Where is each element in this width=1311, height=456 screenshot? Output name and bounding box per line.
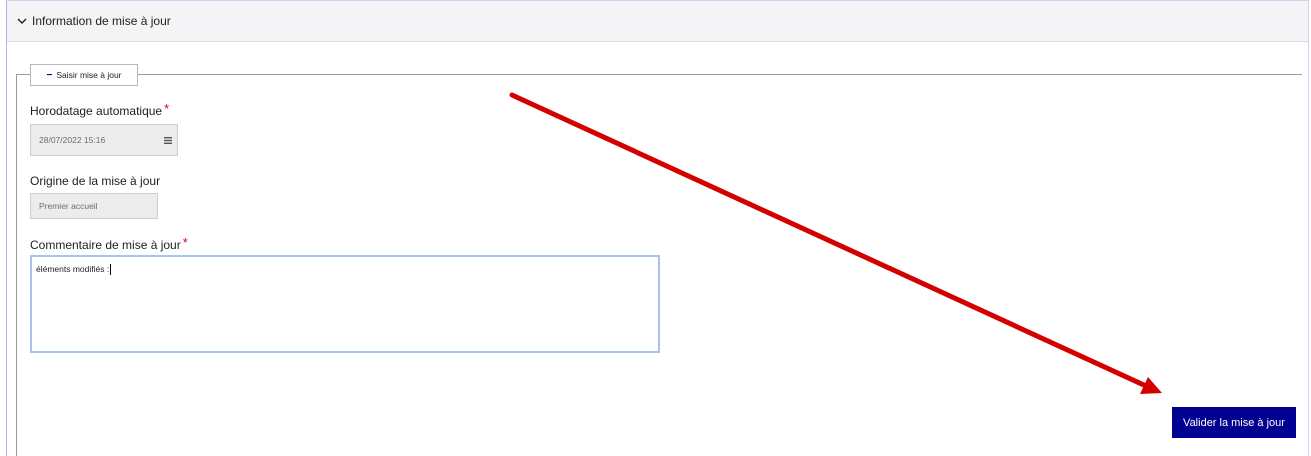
- collapse-section-label: Saisir mise à jour: [56, 70, 122, 80]
- panel-header[interactable]: Information de mise à jour: [7, 1, 1308, 42]
- comment-textarea[interactable]: éléments modifiés :: [30, 255, 660, 353]
- origin-label: Origine de la mise à jour: [30, 174, 161, 188]
- required-asterisk: *: [182, 235, 188, 250]
- comment-text: éléments modifiés :: [36, 264, 110, 274]
- timestamp-label: Horodatage automatique *: [30, 101, 170, 119]
- timestamp-label-text: Horodatage automatique: [30, 104, 163, 118]
- chevron-down-icon: [17, 18, 27, 24]
- timestamp-field[interactable]: 28/07/2022 15:16: [30, 124, 159, 156]
- submit-update-button[interactable]: Valider la mise à jour: [1172, 407, 1296, 438]
- panel-title: Information de mise à jour: [32, 14, 171, 28]
- text-cursor: [110, 264, 112, 276]
- comment-label: Commentaire de mise à jour *: [30, 235, 188, 253]
- minus-icon: −: [46, 69, 53, 81]
- comment-label-text: Commentaire de mise à jour: [30, 238, 181, 252]
- origin-field[interactable]: Premier accueil: [30, 193, 158, 219]
- calendar-button[interactable]: [158, 124, 178, 156]
- calendar-icon: [163, 136, 172, 144]
- collapse-section-button[interactable]: − Saisir mise à jour: [30, 64, 138, 86]
- required-asterisk: *: [164, 101, 170, 116]
